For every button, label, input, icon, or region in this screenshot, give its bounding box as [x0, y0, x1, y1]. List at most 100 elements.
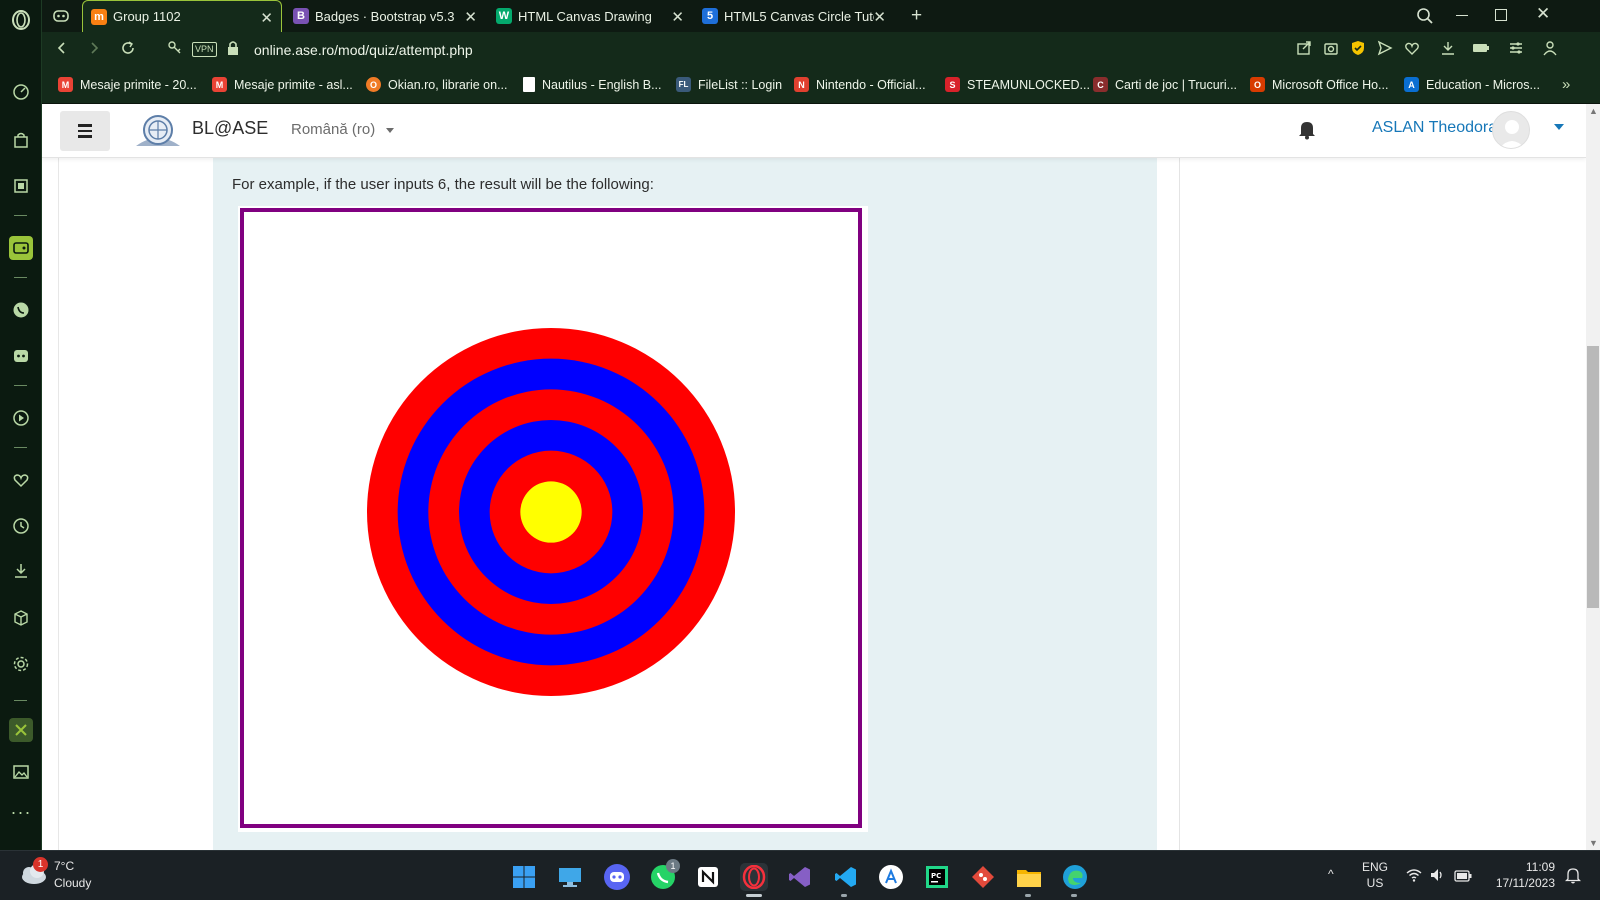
wifi-icon[interactable]: [1406, 868, 1422, 887]
hamburger-menu-button[interactable]: [60, 111, 110, 151]
minimize-icon[interactable]: [1456, 15, 1468, 16]
bookmark-filelist[interactable]: FL FileList :: Login: [676, 77, 782, 92]
notion-icon[interactable]: [694, 863, 722, 891]
close-tab-icon[interactable]: ✕: [464, 8, 477, 26]
gx-control-icon[interactable]: [9, 174, 33, 198]
site-name[interactable]: BL@ASE: [192, 118, 268, 139]
bookmark-nintendo[interactable]: N Nintendo - Official...: [794, 77, 926, 92]
key-icon[interactable]: [167, 40, 183, 61]
bookmark-gmail-2[interactable]: M Mesaje primite - asl...: [212, 77, 353, 92]
download-icon[interactable]: [1440, 40, 1456, 61]
battery-saver-icon[interactable]: [1472, 40, 1490, 61]
gx-corner-icon[interactable]: [9, 236, 33, 260]
speed-dial-icon[interactable]: [9, 80, 33, 104]
tab-label: Group 1102: [113, 9, 181, 24]
back-icon[interactable]: [54, 40, 70, 61]
snapshot-camera-icon[interactable]: [1323, 40, 1339, 61]
volume-icon[interactable]: [1430, 868, 1446, 887]
language-selector[interactable]: Română (ro): [291, 121, 395, 138]
more-bookmarks-icon[interactable]: »: [1562, 76, 1570, 93]
scroll-down-icon[interactable]: ▼: [1589, 838, 1598, 848]
vpn-badge[interactable]: VPN: [192, 42, 217, 57]
bookmark-label: STEAMUNLOCKED...: [967, 77, 1090, 92]
close-tab-icon[interactable]: ✕: [873, 8, 886, 26]
bookmark-education-microsoft[interactable]: A Education - Micros...: [1404, 77, 1540, 92]
pycharm-icon[interactable]: PC: [923, 863, 951, 891]
opera-menu-icon[interactable]: [9, 8, 33, 32]
close-tab-icon[interactable]: ✕: [671, 8, 684, 26]
windows-start-icon[interactable]: [510, 863, 538, 891]
bookmark-label: Education - Micros...: [1426, 77, 1540, 92]
bookmark-label: Nautilus - English B...: [542, 77, 662, 92]
heart-icon[interactable]: [9, 468, 33, 492]
reload-icon[interactable]: [120, 40, 136, 61]
weather-temperature[interactable]: 7°C: [54, 859, 74, 873]
lock-icon[interactable]: [226, 40, 240, 61]
system-clock[interactable]: 11:09 17/11/2023: [1487, 859, 1555, 891]
new-tab-icon[interactable]: +: [911, 5, 922, 27]
bookmark-label: Nintendo - Official...: [816, 77, 926, 92]
bookmark-carti-de-joc[interactable]: C Carti de joc | Trucuri...: [1093, 77, 1237, 92]
notification-bell-icon[interactable]: [1296, 118, 1318, 140]
bookmark-steamunlocked[interactable]: S STEAMUNLOCKED...: [945, 77, 1090, 92]
search-tabs-icon[interactable]: [1416, 7, 1434, 30]
tab-html-canvas-drawing[interactable]: W HTML Canvas Drawing ✕: [488, 0, 692, 32]
profile-icon[interactable]: [1542, 40, 1558, 61]
send-icon[interactable]: [1377, 40, 1393, 61]
opera-gx-taskbar-icon[interactable]: [740, 863, 768, 891]
more-options-icon[interactable]: ···: [9, 800, 33, 824]
bookmark-gmail-1[interactable]: M Mesaje primite - 20...: [58, 77, 197, 92]
git-kraken-icon[interactable]: [969, 863, 997, 891]
scroll-up-icon[interactable]: ▲: [1589, 106, 1598, 116]
running-app-indicator: [841, 894, 847, 897]
vscode-icon[interactable]: [832, 863, 860, 891]
browser-sidebar: ···: [0, 0, 42, 850]
bookmark-microsoft-office[interactable]: O Microsoft Office Ho...: [1250, 77, 1388, 92]
downloads-icon[interactable]: [9, 559, 33, 583]
forward-icon[interactable]: [86, 40, 102, 61]
tab-strip: m Group 1102 ✕ B Badges · Bootstrap v5.3…: [42, 0, 1600, 32]
gx-logo-icon[interactable]: [52, 7, 70, 30]
file-explorer-icon[interactable]: [1015, 863, 1043, 891]
app-store-icon[interactable]: [877, 863, 905, 891]
url-field[interactable]: online.ase.ro/mod/quiz/attempt.php: [254, 42, 473, 58]
notification-center-icon[interactable]: [1564, 866, 1582, 889]
easy-setup-icon[interactable]: [1508, 40, 1524, 61]
history-clock-icon[interactable]: [9, 514, 33, 538]
discord-icon[interactable]: [9, 344, 33, 368]
edge-icon[interactable]: [1061, 863, 1089, 891]
tab-html5-canvas-circle[interactable]: 5 HTML5 Canvas Circle Tutori ✕: [694, 0, 894, 32]
settings-gear-icon[interactable]: [9, 652, 33, 676]
player-icon[interactable]: [9, 406, 33, 430]
user-menu-caret-icon[interactable]: [1554, 124, 1564, 130]
tab-badges-bootstrap[interactable]: B Badges · Bootstrap v5.3 ✕: [285, 0, 485, 32]
wallpaper-icon[interactable]: [9, 760, 33, 784]
tab-label: HTML5 Canvas Circle Tutori: [724, 8, 874, 24]
user-name[interactable]: ASLAN Theodora: [1372, 119, 1497, 137]
user-avatar[interactable]: [1492, 111, 1530, 149]
gx-mods-icon[interactable]: [9, 718, 33, 742]
input-language[interactable]: ENG US: [1362, 859, 1388, 891]
favorite-heart-icon[interactable]: [1404, 40, 1420, 61]
discord-taskbar-icon[interactable]: [603, 863, 631, 891]
ase-logo-icon[interactable]: [132, 110, 184, 150]
tab-group-1102[interactable]: m Group 1102 ✕: [82, 0, 282, 32]
shield-icon[interactable]: [1350, 40, 1366, 61]
bookmark-nautilus[interactable]: Nautilus - English B...: [523, 77, 662, 92]
whatsapp-icon[interactable]: [9, 298, 33, 322]
clock-time: 11:09: [1525, 860, 1555, 874]
shopping-bag-icon[interactable]: [9, 128, 33, 152]
visual-studio-icon[interactable]: [786, 863, 814, 891]
close-tab-icon[interactable]: ✕: [260, 9, 273, 27]
show-hidden-icons-icon[interactable]: ^: [1328, 867, 1334, 881]
scroll-thumb[interactable]: [1587, 346, 1599, 608]
close-window-icon[interactable]: ✕: [1536, 4, 1550, 24]
share-icon[interactable]: [1296, 40, 1312, 61]
page-scrollbar[interactable]: ▲ ▼: [1586, 104, 1600, 850]
battery-icon[interactable]: [1454, 869, 1472, 887]
restore-icon[interactable]: [1495, 9, 1507, 21]
extensions-cube-icon[interactable]: [9, 606, 33, 630]
desktop-icon[interactable]: [556, 863, 584, 891]
bookmark-okian[interactable]: O Okian.ro, librarie on...: [366, 77, 508, 92]
weather-condition[interactable]: Cloudy: [54, 876, 91, 890]
